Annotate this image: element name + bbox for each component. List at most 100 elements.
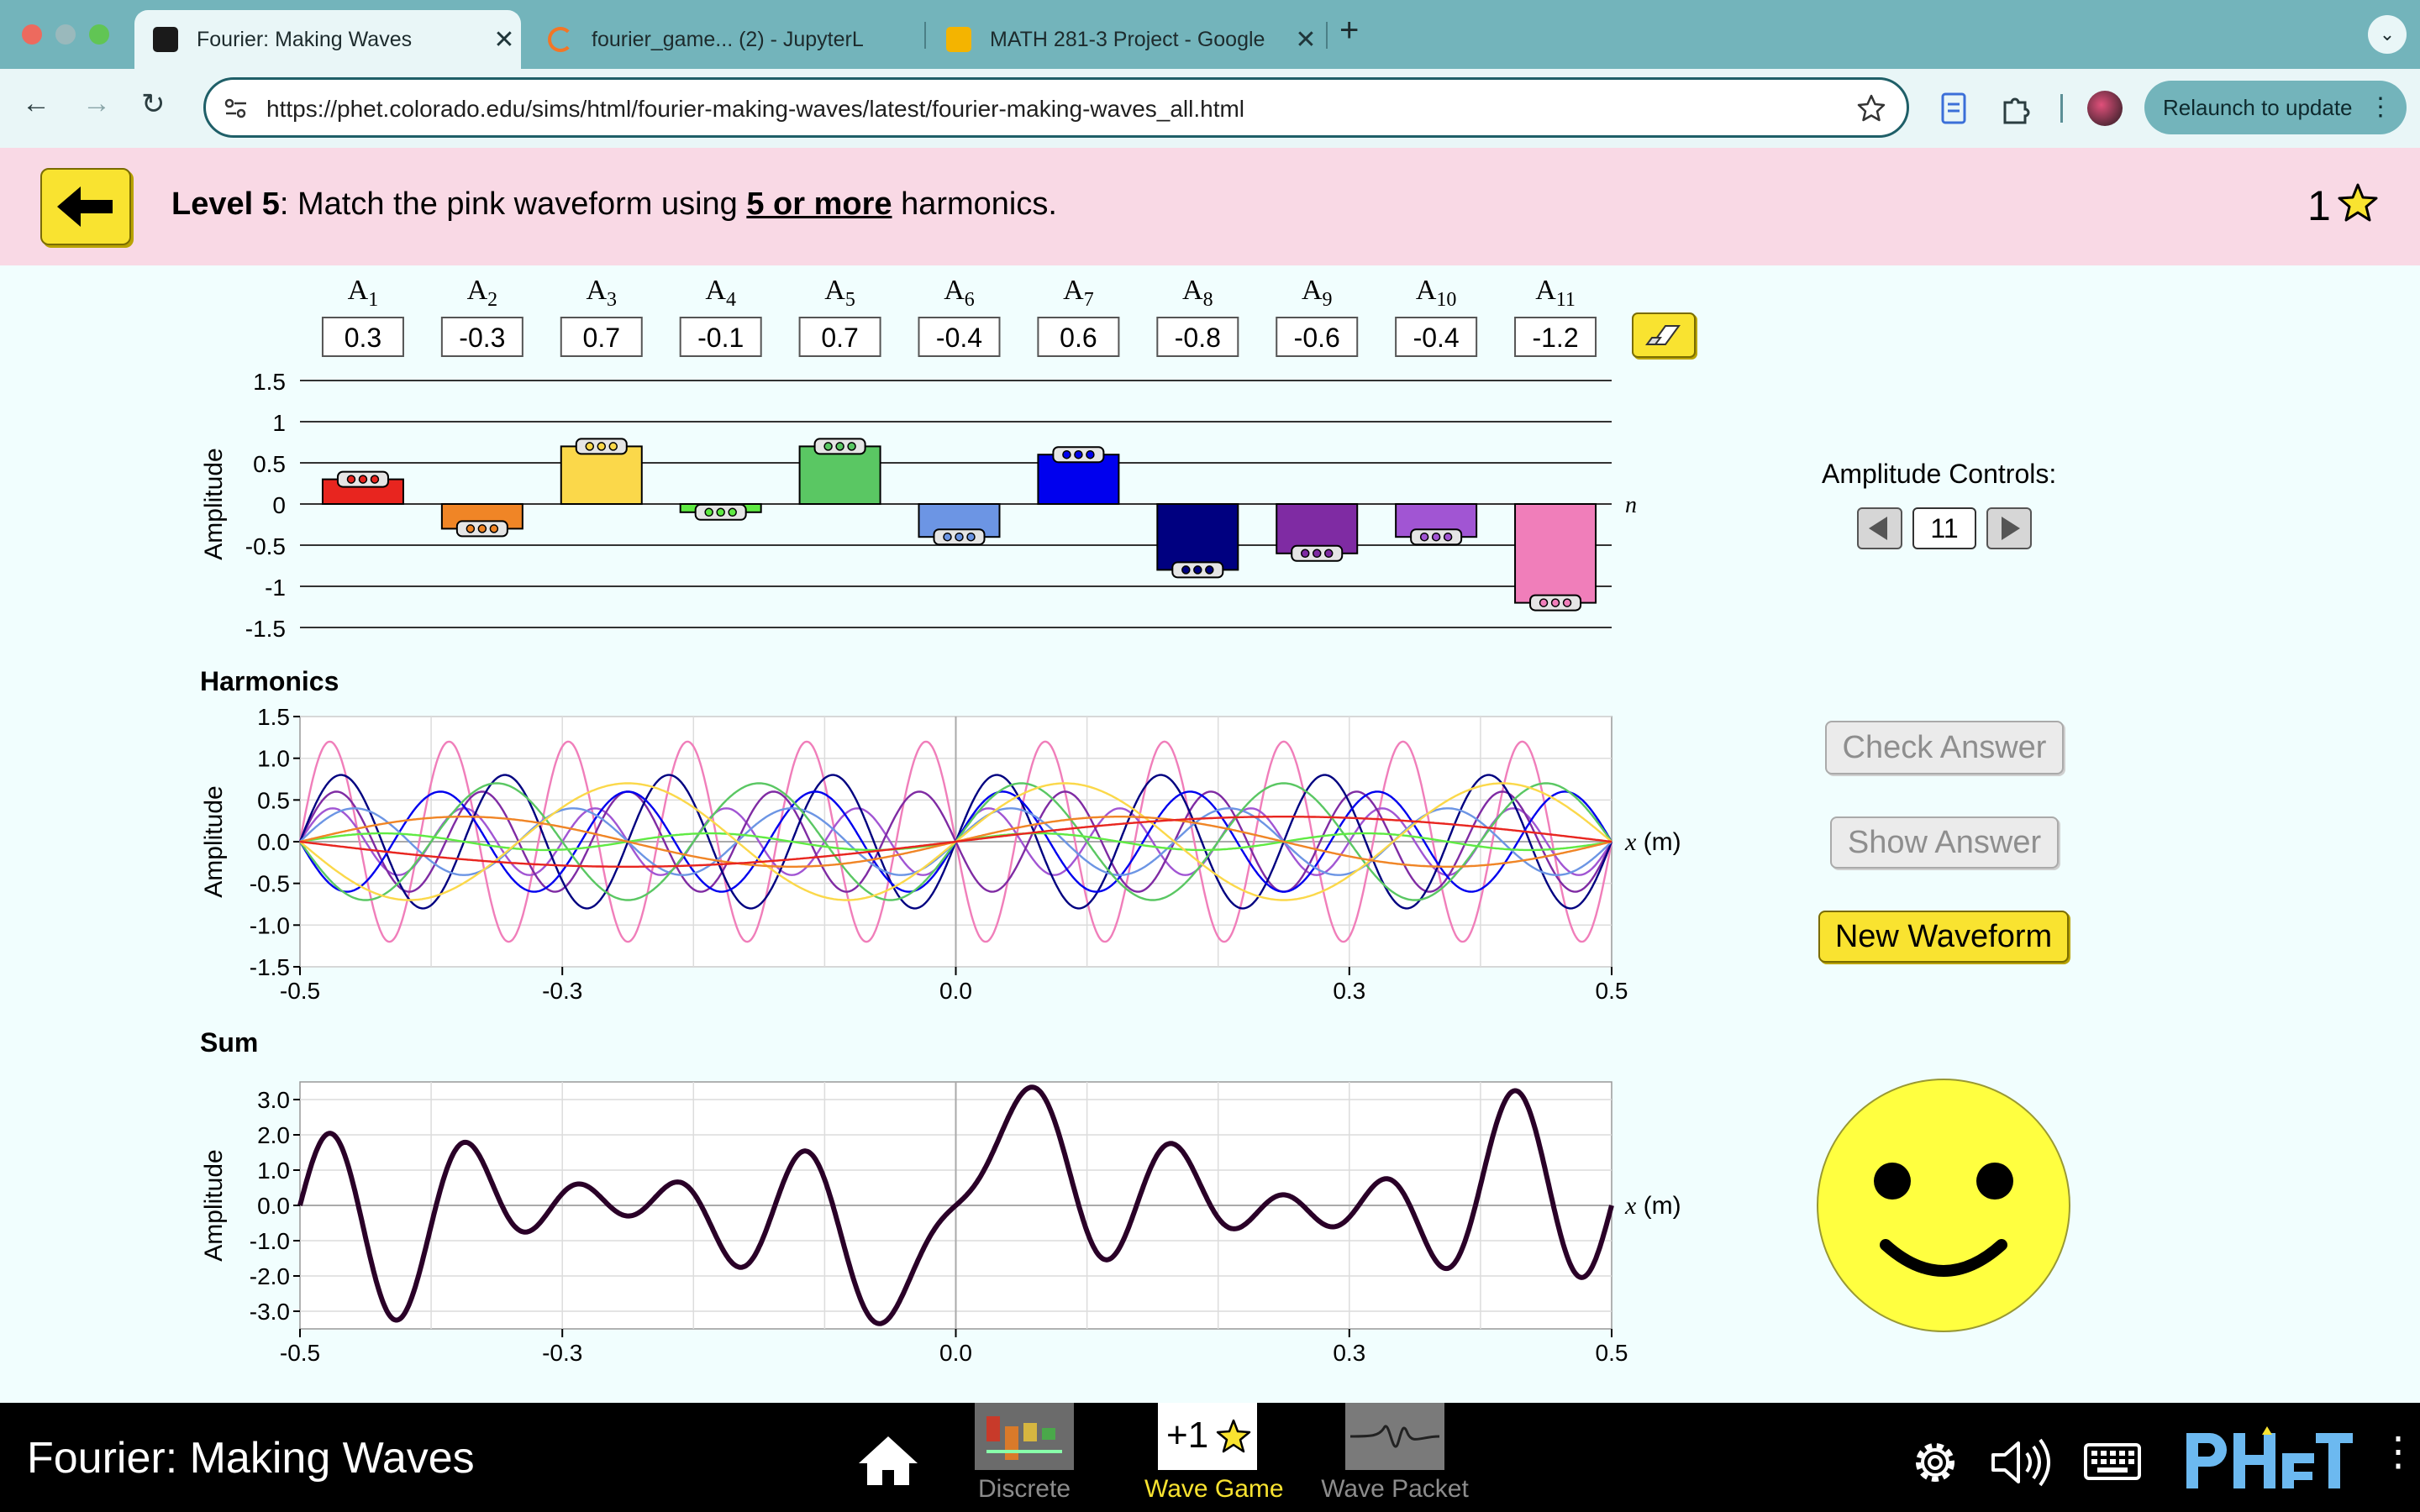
x-tick-label: 0.5 [1596,978,1628,1004]
amplitude-label-a4: A4 [705,275,736,311]
url-text: https://phet.colorado.edu/sims/html/four… [266,96,1245,122]
relaunch-label: Relaunch to update [2163,95,2353,120]
home-icon[interactable] [857,1433,919,1488]
handle-dot [704,507,713,517]
amplitude-y-axis-label: Amplitude [200,448,228,559]
x-axis-label: x (m) [1624,1192,1681,1220]
bookmark-star-icon[interactable] [1856,93,1886,123]
amplitude-y-tick-label: 0 [272,492,286,518]
back-arrow-icon[interactable]: ← [22,87,50,120]
browser-tab[interactable]: MATH 281-3 Project - Google ✕ [928,10,1323,69]
show-answer-button[interactable]: Show Answer [1830,816,2059,869]
screen-button-wave-game[interactable]: +1 Wave Game [1144,1403,1284,1504]
x-tick-label: 0.0 [939,1340,972,1366]
amplitude-value-a11: -1.2 [1532,323,1578,353]
audio-speaker-icon[interactable] [1990,1436,2054,1488]
phet-logo-icon[interactable] [2181,1425,2358,1495]
amplitude-y-tick-label: 1 [272,410,286,436]
handle-dot [1086,449,1095,459]
level-text-b: harmonics. [892,186,1057,222]
harmonic-count-display: 11 [1912,507,1976,549]
x-tick-label: 0.0 [939,978,972,1004]
x-tick-label: 0.5 [1596,1340,1628,1366]
discrete-thumbnail-icon [975,1403,1074,1470]
amplitude-label-subscript: 6 [965,289,975,311]
amplitude-label-a5: A5 [824,275,855,311]
score-value: 1 [2307,182,2331,229]
relaunch-to-update-button[interactable]: Relaunch to update ⋮ [2144,81,2407,134]
new-tab-button[interactable]: + [1339,12,1359,50]
tab-search-button[interactable]: ⌄ [2368,15,2407,54]
amplitude-value-a5: 0.7 [821,323,858,353]
back-to-levels-button[interactable] [40,168,131,245]
handle-dot [728,507,737,517]
extensions-puzzle-icon[interactable] [2000,92,2032,124]
close-tab-icon[interactable]: ✕ [1289,25,1323,55]
amplitude-label-a1: A1 [348,275,379,311]
keyboard-icon[interactable] [2084,1440,2141,1483]
amplitude-bar-a8[interactable] [1156,503,1239,571]
y-tick-label: 0.5 [257,787,290,813]
phet-menu-icon[interactable]: ⋮ [2378,1428,2418,1475]
handle-dot [477,524,487,533]
harmonics-chart: Harmonics 1.51.00.50.0-0.5-1.0-1.5-0.5 -0… [200,666,1681,1004]
amplitude-y-tick-label: -0.5 [245,533,286,559]
jupyter-icon [548,27,573,52]
amplitude-y-tick-label: -1.5 [245,616,286,642]
handle-dot [966,532,976,542]
screen-button-wave-packet[interactable]: Wave Packet [1311,1403,1479,1504]
handle-dot [1312,549,1322,559]
screen-button-discrete[interactable]: Discrete [963,1403,1086,1504]
tab-title: fourier_game... (2) - JupyterL [592,27,864,51]
eraser-button[interactable] [1632,312,1696,358]
handle-dot [955,532,964,542]
amplitude-bar-a5[interactable] [798,445,881,505]
new-waveform-button[interactable]: New Waveform [1818,911,2069,963]
decrease-harmonics-button[interactable] [1857,507,1902,549]
amplitude-y-tick-label: -1 [265,575,286,601]
settings-gear-icon[interactable] [1909,1436,1961,1488]
y-tick-label: -0.5 [250,871,290,897]
amplitude-value-a6: -0.4 [936,323,982,353]
check-answer-button[interactable]: Check Answer [1825,721,2064,774]
left-triangle-icon [1869,517,1887,540]
handle-dot [346,475,356,484]
screen-label-wave-game: Wave Game [1144,1475,1284,1503]
amplitude-label-a11: A11 [1535,275,1576,311]
amplitude-value-a7: 0.6 [1060,323,1097,353]
tab-divider [1326,22,1328,49]
site-settings-icon[interactable] [223,95,250,122]
phet-icon [153,27,178,52]
browser-tab[interactable]: fourier_game... (2) - JupyterL [529,10,916,69]
y-tick-label: 3.0 [257,1087,290,1113]
profile-avatar[interactable] [2087,91,2123,126]
forward-arrow-icon[interactable]: → [82,87,111,120]
address-bar[interactable]: https://phet.colorado.edu/sims/html/four… [203,77,1909,138]
increase-harmonics-button[interactable] [1986,507,2032,549]
reload-icon[interactable]: ↻ [141,87,166,121]
more-menu-icon[interactable]: ⋮ [2368,81,2393,134]
screen-label-wave-packet: Wave Packet [1321,1475,1469,1503]
handle-dot [585,442,595,451]
browser-tab-active[interactable]: Fourier: Making Waves ✕ [134,10,521,69]
amplitude-bar-a11[interactable] [1514,503,1597,604]
amplitude-bar-a3[interactable] [560,445,643,505]
y-tick-label: -1.0 [250,1228,290,1254]
reading-list-icon[interactable] [1939,92,1968,124]
n-axis-label: n [1625,492,1637,518]
amplitude-label-a6: A6 [944,275,975,311]
y-tick-label: 1.5 [257,704,290,730]
y-tick-label: -1.5 [250,954,290,980]
x-axis-label-variable: x [1624,828,1637,856]
handle-dot [1074,449,1083,459]
minimize-window-button[interactable] [55,24,76,45]
amplitude-value-a4: -0.1 [697,323,744,353]
maximize-window-button[interactable] [89,24,109,45]
amplitude-label-subscript: 7 [1084,289,1094,311]
amplitude-label-subscript: 1 [368,289,378,311]
close-window-button[interactable] [22,24,42,45]
x-tick-label: -0.3 [542,1340,582,1366]
handle-dot [823,442,833,451]
left-arrow-icon [57,186,113,227]
close-tab-icon[interactable]: ✕ [487,25,521,55]
